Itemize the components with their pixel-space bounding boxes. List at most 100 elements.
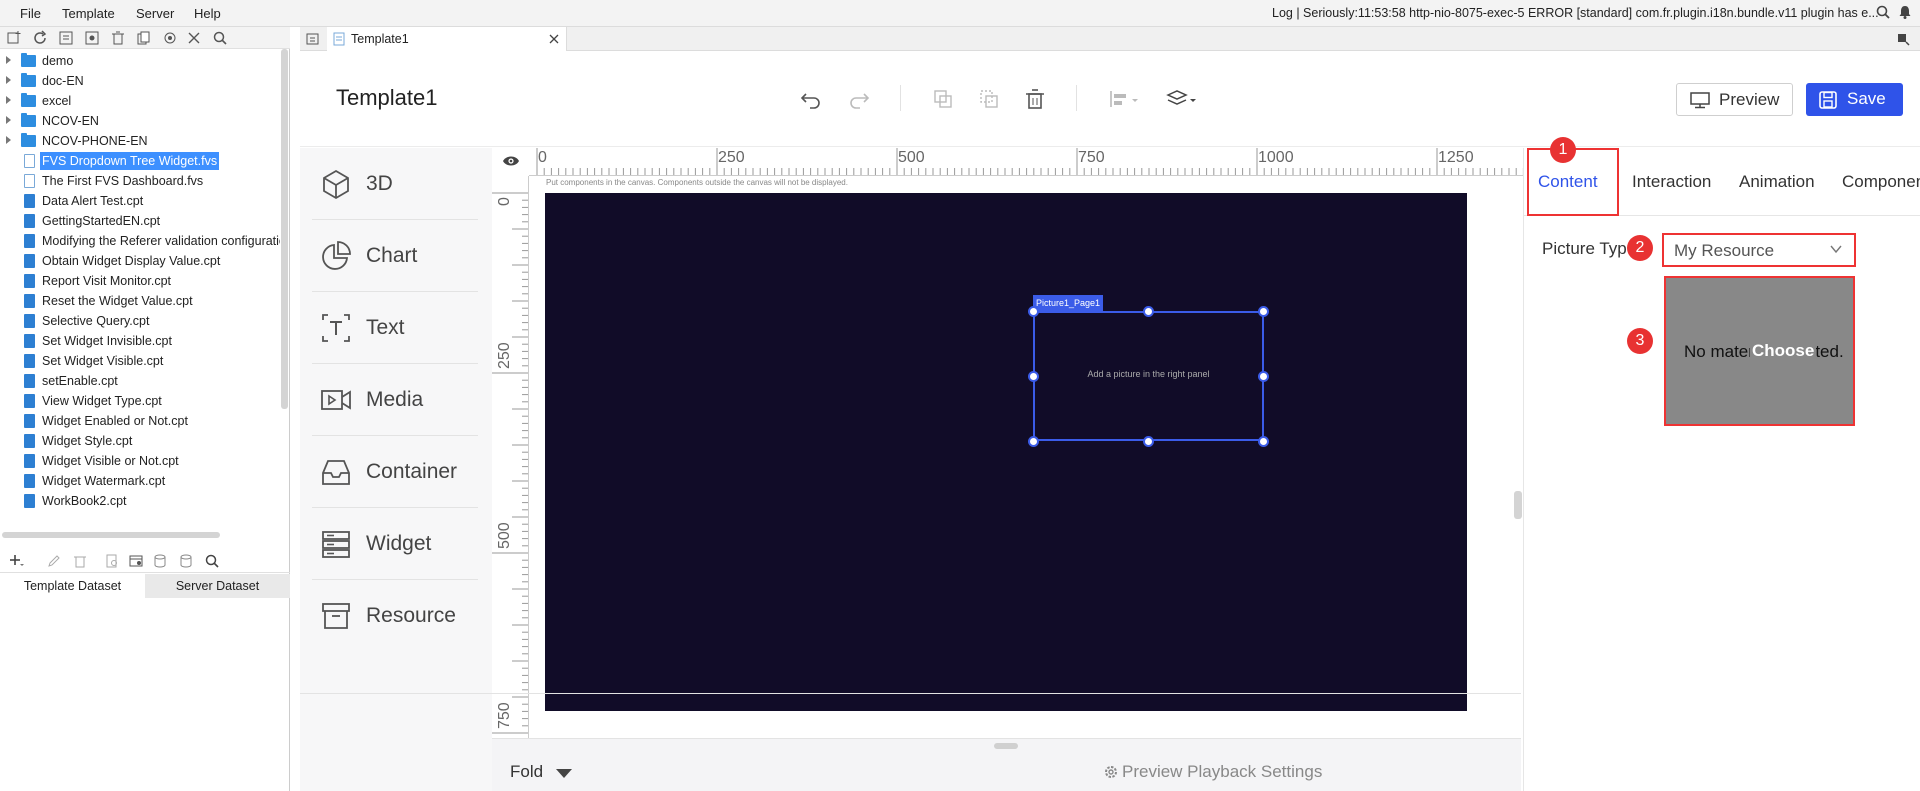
fold-button[interactable]: Fold bbox=[510, 762, 543, 782]
palette-item-text[interactable]: Text bbox=[312, 292, 478, 364]
resize-handle[interactable] bbox=[1143, 436, 1154, 447]
expand-arrow-icon[interactable] bbox=[6, 136, 11, 144]
layers-icon[interactable] bbox=[1166, 88, 1200, 110]
tree-folder[interactable]: NCOV-EN bbox=[0, 111, 280, 131]
resize-handle[interactable] bbox=[1258, 306, 1269, 317]
locate-file-icon[interactable] bbox=[84, 30, 100, 46]
expand-arrow-icon[interactable] bbox=[6, 76, 11, 84]
tab-animation[interactable]: Animation bbox=[1739, 172, 1815, 192]
tab-server-dataset[interactable]: Server Dataset bbox=[145, 574, 290, 598]
resize-handle[interactable] bbox=[1258, 371, 1269, 382]
tree-folder[interactable]: excel bbox=[0, 91, 280, 111]
palette-item-container[interactable]: Container bbox=[312, 436, 478, 508]
collapse-icon[interactable] bbox=[186, 30, 202, 46]
expand-arrow-icon[interactable] bbox=[6, 56, 11, 64]
menu-help[interactable]: Help bbox=[194, 6, 221, 21]
resize-handle[interactable] bbox=[1028, 436, 1039, 447]
add-dataset-icon[interactable] bbox=[8, 553, 24, 569]
tab-template1[interactable]: Template1 bbox=[327, 27, 567, 51]
palette-item-widget[interactable]: Widget bbox=[312, 508, 478, 580]
tree-file[interactable]: Data Alert Test.cpt bbox=[0, 191, 280, 211]
target-icon[interactable] bbox=[162, 30, 178, 46]
search-icon[interactable] bbox=[204, 553, 220, 569]
tree-file[interactable]: GettingStartedEN.cpt bbox=[0, 211, 280, 231]
tree-file[interactable]: Reset the Widget Value.cpt bbox=[0, 291, 280, 311]
tree-scrollbar[interactable] bbox=[281, 49, 288, 409]
new-tab-icon[interactable] bbox=[305, 31, 321, 47]
tree-file[interactable]: WorkBook2.cpt bbox=[0, 491, 280, 511]
palette-item-media[interactable]: Media bbox=[312, 364, 478, 436]
canvas-scrollbar[interactable] bbox=[1514, 491, 1522, 519]
dashboard-canvas[interactable]: Picture1_Page1 Add a picture in the righ… bbox=[545, 193, 1467, 711]
menu-file[interactable]: File bbox=[20, 6, 41, 21]
palette-item-3d[interactable]: 3D bbox=[312, 148, 478, 220]
redo-icon[interactable] bbox=[848, 88, 870, 110]
menu-server[interactable]: Server bbox=[136, 6, 174, 21]
bring-forward-icon[interactable] bbox=[932, 88, 954, 110]
tree-file[interactable]: Set Widget Invisible.cpt bbox=[0, 331, 280, 351]
gear-icon[interactable] bbox=[1103, 764, 1119, 780]
database-icon[interactable] bbox=[152, 553, 168, 569]
page-title[interactable]: Template1 bbox=[336, 85, 438, 111]
tree-file[interactable]: Report Visit Monitor.cpt bbox=[0, 271, 280, 291]
refresh-icon[interactable] bbox=[32, 30, 48, 46]
tree-file[interactable]: Widget Visible or Not.cpt bbox=[0, 451, 280, 471]
palette-item-resource[interactable]: Resource bbox=[312, 580, 478, 652]
tree-file[interactable]: Set Widget Visible.cpt bbox=[0, 351, 280, 371]
expand-arrow-icon[interactable] bbox=[6, 96, 11, 104]
menu-template[interactable]: Template bbox=[62, 6, 115, 21]
preview-playback-settings[interactable]: Preview Playback Settings bbox=[1122, 762, 1322, 782]
dataset-properties-icon[interactable] bbox=[128, 553, 144, 569]
bell-icon[interactable] bbox=[1897, 4, 1913, 20]
tree-file[interactable]: Obtain Widget Display Value.cpt bbox=[0, 251, 280, 271]
choose-material-area[interactable]: No material selected. Choose bbox=[1664, 276, 1855, 426]
database-settings-icon[interactable] bbox=[178, 553, 194, 569]
tab-interaction[interactable]: Interaction bbox=[1632, 172, 1711, 192]
tab-template-dataset[interactable]: Template Dataset bbox=[0, 574, 145, 598]
resize-handle[interactable] bbox=[1143, 306, 1154, 317]
save-button[interactable]: Save bbox=[1806, 83, 1903, 116]
list-view-icon[interactable] bbox=[58, 30, 74, 46]
edit-icon[interactable] bbox=[46, 553, 62, 569]
send-backward-icon[interactable] bbox=[978, 88, 1000, 110]
caret-down-icon[interactable] bbox=[556, 769, 572, 778]
preview-data-icon[interactable] bbox=[104, 553, 120, 569]
delete-icon[interactable] bbox=[72, 553, 88, 569]
tree-folder[interactable]: demo bbox=[0, 51, 280, 71]
tree-file[interactable]: View Widget Type.cpt bbox=[0, 391, 280, 411]
palette-item-chart[interactable]: Chart bbox=[312, 220, 478, 292]
undo-icon[interactable] bbox=[800, 88, 822, 110]
tree-file[interactable]: Widget Enabled or Not.cpt bbox=[0, 411, 280, 431]
tree-file[interactable]: Selective Query.cpt bbox=[0, 311, 280, 331]
resize-handle[interactable] bbox=[1028, 306, 1039, 317]
search-icon[interactable] bbox=[1875, 4, 1891, 20]
align-icon[interactable] bbox=[1108, 88, 1142, 110]
tree-file[interactable]: FVS Dropdown Tree Widget.fvs bbox=[0, 151, 280, 171]
panel-resize-handle[interactable] bbox=[994, 743, 1018, 749]
close-icon[interactable] bbox=[549, 34, 559, 44]
tree-file[interactable]: Modifying the Referer validation configu… bbox=[0, 231, 280, 251]
delete-icon[interactable] bbox=[110, 30, 126, 46]
tree-horizontal-scrollbar[interactable] bbox=[2, 532, 220, 538]
choose-button[interactable]: Choose bbox=[1750, 341, 1817, 361]
tree-file[interactable]: Widget Watermark.cpt bbox=[0, 471, 280, 491]
preview-button[interactable]: Preview bbox=[1676, 83, 1793, 116]
new-template-icon[interactable] bbox=[6, 30, 22, 46]
tree-file[interactable]: The First FVS Dashboard.fvs bbox=[0, 171, 280, 191]
tree-folder[interactable]: NCOV-PHONE-EN bbox=[0, 131, 280, 151]
tree-file[interactable]: setEnable.cpt bbox=[0, 371, 280, 391]
expand-arrow-icon[interactable] bbox=[6, 116, 11, 124]
resize-handle[interactable] bbox=[1258, 436, 1269, 447]
picture-widget[interactable]: Picture1_Page1 Add a picture in the righ… bbox=[1028, 295, 1269, 447]
log-message[interactable]: Log | Seriously:11:53:58 http-nio-8075-e… bbox=[1272, 6, 1879, 20]
delete-icon[interactable] bbox=[1024, 88, 1046, 110]
resize-handle[interactable] bbox=[1028, 371, 1039, 382]
tree-folder[interactable]: doc-EN bbox=[0, 71, 280, 91]
picture-type-select[interactable]: My Resource bbox=[1662, 233, 1856, 267]
copy-icon[interactable] bbox=[136, 30, 152, 46]
pin-icon[interactable] bbox=[1896, 32, 1910, 46]
search-icon[interactable] bbox=[212, 30, 228, 46]
tab-component[interactable]: Component bbox=[1842, 172, 1920, 192]
tree-file[interactable]: Widget Style.cpt bbox=[0, 431, 280, 451]
eye-icon[interactable] bbox=[502, 154, 520, 168]
